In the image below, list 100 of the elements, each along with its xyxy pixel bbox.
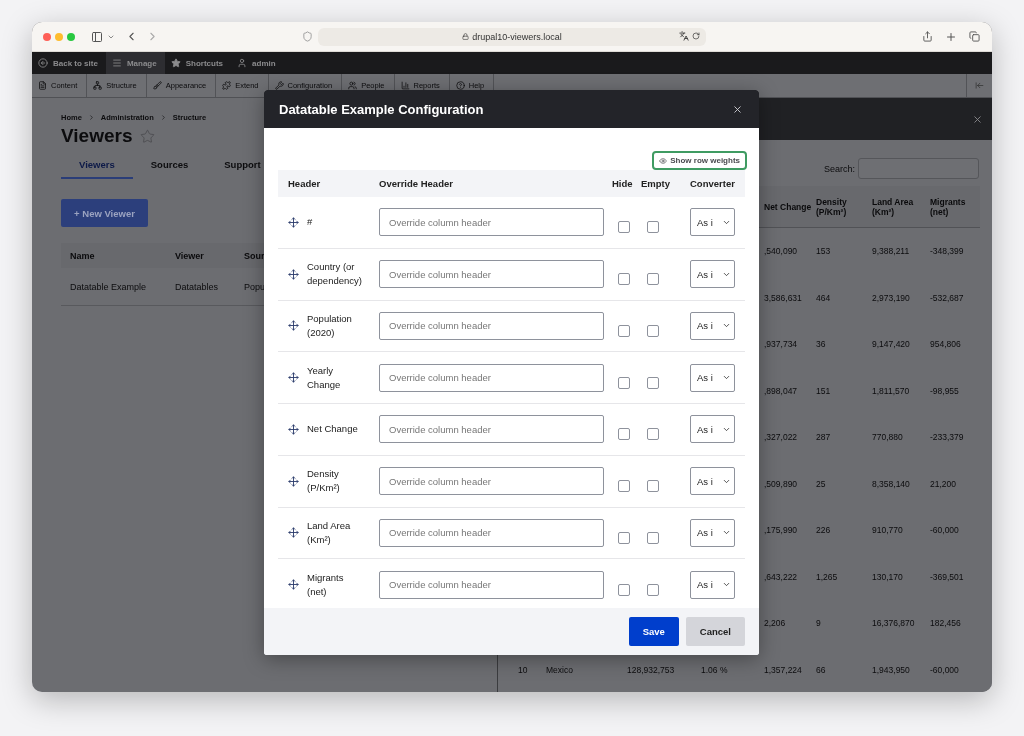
converter-select[interactable]: As i	[690, 467, 735, 496]
close-icon[interactable]	[732, 103, 743, 115]
empty-checkbox[interactable]	[647, 480, 659, 493]
search-field[interactable]	[858, 158, 979, 179]
converter-select[interactable]: As i	[690, 260, 735, 289]
empty-checkbox[interactable]	[647, 583, 659, 596]
drag-handle-icon[interactable]	[288, 579, 299, 591]
table-cell: 3,586,631	[764, 292, 802, 303]
drag-handle-icon[interactable]	[288, 268, 299, 280]
column-header: Viewer	[166, 243, 235, 268]
hide-checkbox[interactable]	[618, 531, 630, 544]
address-bar[interactable]: drupal10-viewers.local	[318, 27, 706, 46]
new-viewer-button[interactable]: + New Viewer	[61, 199, 148, 227]
empty-checkbox[interactable]	[647, 273, 659, 286]
hierarchy-icon	[93, 81, 103, 90]
converter-select[interactable]: As i	[690, 311, 735, 340]
row-label: Population (2020)	[307, 312, 353, 340]
override-header-field[interactable]: Override column header	[379, 208, 604, 237]
column-header: Converter	[690, 178, 735, 189]
drag-handle-icon[interactable]	[288, 475, 299, 487]
table-cell: -60,000	[930, 525, 959, 536]
override-header-field[interactable]: Override column header	[379, 363, 604, 392]
drag-handle-icon[interactable]	[288, 216, 299, 228]
hide-checkbox[interactable]	[618, 221, 630, 234]
converter-select[interactable]: As i	[690, 208, 735, 237]
menu-icon	[111, 58, 122, 68]
drag-handle-icon[interactable]	[288, 423, 299, 435]
converter-select[interactable]: As i	[690, 518, 735, 547]
toolbar-item[interactable]: admin	[231, 52, 284, 74]
override-header-field[interactable]: Override column header	[379, 415, 604, 444]
chevron-right-icon	[87, 114, 95, 121]
close-icon[interactable]	[972, 113, 983, 125]
hide-checkbox[interactable]	[618, 480, 630, 493]
table-cell: 226	[816, 525, 831, 536]
row-label: #	[307, 215, 313, 230]
column-header: Net Change	[764, 201, 812, 212]
empty-checkbox[interactable]	[647, 324, 659, 337]
table-cell: 130,170	[872, 571, 903, 582]
toolbar-item[interactable]: Shortcuts	[164, 52, 232, 74]
converter-select[interactable]: As i	[690, 363, 735, 392]
override-header-field[interactable]: Override column header	[379, 518, 604, 547]
empty-checkbox[interactable]	[647, 428, 659, 441]
drag-handle-icon[interactable]	[288, 527, 299, 539]
table-cell: ,175,990	[764, 525, 798, 536]
table-cell: -98,955	[930, 385, 959, 396]
table-cell: 1,265	[816, 571, 838, 582]
empty-checkbox[interactable]	[647, 531, 659, 544]
table-cell: 21,200	[930, 478, 956, 489]
hide-checkbox[interactable]	[618, 376, 630, 389]
column-header: Density (P/Km²)	[816, 196, 848, 217]
table-cell: 9	[816, 618, 821, 629]
table-cell: 954,806	[930, 339, 961, 350]
minimize-window-icon[interactable]	[55, 32, 63, 41]
column-header: Land Area (Km²)	[872, 196, 915, 217]
table-cell: Datatable Example	[61, 268, 166, 306]
converter-select[interactable]: As i	[690, 415, 735, 444]
override-header-field[interactable]: Override column header	[379, 467, 604, 496]
empty-checkbox[interactable]	[647, 221, 659, 234]
tab[interactable]: Sources	[132, 159, 207, 179]
tab[interactable]: Viewers	[61, 159, 133, 179]
brush-icon	[152, 81, 162, 90]
empty-checkbox[interactable]	[647, 376, 659, 389]
star-icon[interactable]	[140, 128, 156, 144]
toolbar-item[interactable]: Manage	[105, 52, 165, 74]
sidebar-icon[interactable]	[91, 30, 103, 43]
new-tab-icon[interactable]	[945, 30, 957, 43]
drag-handle-icon[interactable]	[288, 372, 299, 384]
hide-checkbox[interactable]	[618, 583, 630, 596]
hide-checkbox[interactable]	[618, 324, 630, 337]
document-icon	[38, 81, 47, 90]
show-row-weights-button[interactable]: Show row weights	[652, 151, 747, 170]
table-cell: ,327,022	[764, 432, 798, 443]
tabs-icon[interactable]	[969, 31, 980, 42]
drag-handle-icon[interactable]	[288, 320, 299, 332]
cancel-button[interactable]: Cancel	[685, 617, 745, 646]
override-header-field[interactable]: Override column header	[379, 570, 604, 599]
maximize-window-icon[interactable]	[67, 32, 75, 41]
bar-chart-icon	[400, 81, 410, 90]
reload-icon[interactable]	[692, 31, 700, 40]
table-cell: Mexico	[546, 664, 573, 675]
column-header: Empty	[641, 178, 671, 189]
translate-icon[interactable]	[679, 30, 689, 41]
hide-checkbox[interactable]	[618, 428, 630, 441]
toolbar-item[interactable]: Back to site	[32, 52, 106, 74]
table-cell: 182,456	[930, 618, 961, 629]
row-label: Net Change	[307, 422, 358, 437]
hide-checkbox[interactable]	[618, 273, 630, 286]
column-header: Migrants (net)	[930, 196, 967, 217]
table-cell: ,509,890	[764, 478, 798, 489]
wrench-icon	[274, 81, 284, 90]
dialog-title: Datatable Example Configuration	[279, 101, 484, 117]
save-button[interactable]: Save	[628, 617, 679, 646]
table-cell: ,937,734	[764, 339, 798, 350]
close-window-icon[interactable]	[43, 32, 51, 41]
override-header-field[interactable]: Override column header	[379, 260, 604, 289]
converter-select[interactable]: As i	[690, 570, 735, 599]
share-icon[interactable]	[922, 31, 933, 42]
table-cell: 66	[816, 664, 826, 675]
collapse-icon[interactable]	[975, 81, 984, 90]
override-header-field[interactable]: Override column header	[379, 311, 604, 340]
